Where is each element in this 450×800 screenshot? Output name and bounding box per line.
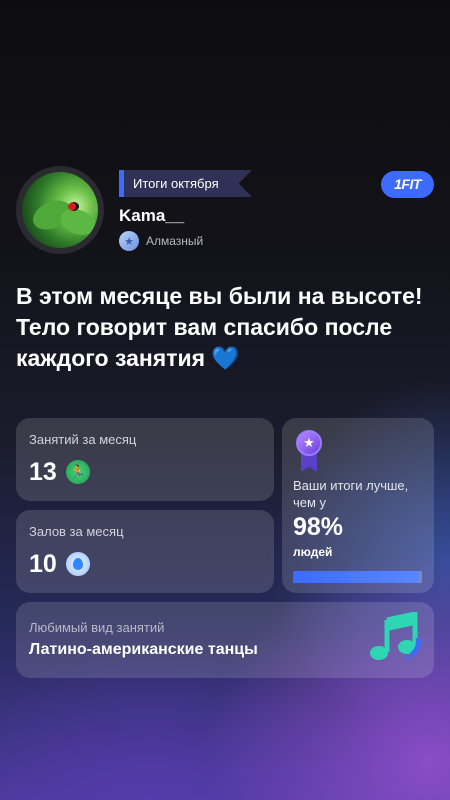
- ranking-progress-bar: [293, 571, 422, 583]
- headline: В этом месяце вы были на высоте! Тело го…: [16, 281, 436, 374]
- rank-label: Алмазный: [146, 234, 204, 248]
- location-pin-icon: [66, 552, 90, 576]
- brand-logo: 1FIT: [381, 171, 434, 198]
- gyms-card: Залов за месяц 10: [16, 510, 274, 593]
- username: Kama__: [119, 206, 185, 225]
- ranking-percent: 98%: [293, 513, 344, 541]
- ranking-label: Ваши итоги лучше, чем у: [293, 478, 409, 510]
- workouts-label: Занятий за месяц: [29, 432, 137, 447]
- ranking-progress-fill: [293, 571, 420, 583]
- heart-icon: 💙: [211, 345, 241, 371]
- music-note-icon: [370, 612, 421, 661]
- rank-badge: ★ Алмазный: [119, 231, 203, 251]
- period-tag: Итоги октября: [119, 170, 252, 197]
- gyms-count: 10: [29, 550, 57, 578]
- runner-icon: 🏃: [66, 460, 90, 484]
- favorite-value: Латино-американские танцы: [29, 641, 258, 658]
- gyms-label: Залов за месяц: [29, 524, 124, 539]
- medal-icon: ★: [294, 430, 324, 474]
- favorite-label: Любимый вид занятий: [29, 620, 165, 635]
- workouts-card: Занятий за месяц 13 🏃: [16, 418, 274, 501]
- avatar-image: [22, 172, 98, 248]
- star-badge-icon: ★: [119, 231, 139, 251]
- ranking-suffix: людей: [293, 545, 333, 559]
- avatar[interactable]: [16, 166, 104, 254]
- workouts-count: 13: [29, 458, 57, 486]
